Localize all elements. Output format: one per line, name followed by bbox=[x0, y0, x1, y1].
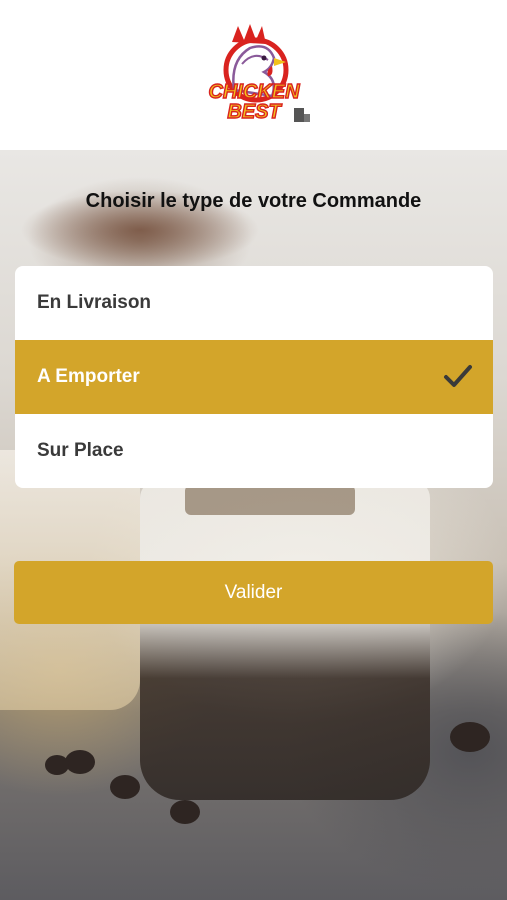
brand-line2: BEST bbox=[227, 101, 282, 123]
chicken-best-logo: CHICKEN BEST bbox=[194, 20, 314, 130]
background-dessert-photo bbox=[0, 150, 507, 900]
coffee-bean bbox=[110, 775, 140, 799]
option-label: A Emporter bbox=[37, 366, 140, 387]
option-a-emporter[interactable]: A Emporter bbox=[15, 340, 493, 414]
option-sur-place[interactable]: Sur Place bbox=[15, 414, 493, 488]
coffee-bean bbox=[170, 800, 200, 824]
coffee-bean bbox=[65, 750, 95, 774]
order-type-list: En Livraison A Emporter Sur Place bbox=[15, 266, 493, 488]
app-header: CHICKEN BEST bbox=[0, 0, 507, 150]
glass-crumb-layer bbox=[185, 485, 355, 515]
coffee-bean bbox=[450, 722, 490, 752]
validate-button[interactable]: Valider bbox=[14, 561, 493, 624]
page-title: Choisir le type de votre Commande bbox=[85, 190, 422, 212]
brand-line1: CHICKEN bbox=[208, 81, 300, 103]
coffee-bean bbox=[45, 755, 69, 775]
option-label: Sur Place bbox=[37, 440, 124, 461]
option-label: En Livraison bbox=[37, 292, 152, 313]
option-en-livraison[interactable]: En Livraison bbox=[15, 266, 493, 340]
checkmark-icon bbox=[444, 365, 472, 387]
chicken-logo-icon: CHICKEN BEST bbox=[207, 24, 310, 124]
dessert-glass bbox=[140, 480, 430, 800]
